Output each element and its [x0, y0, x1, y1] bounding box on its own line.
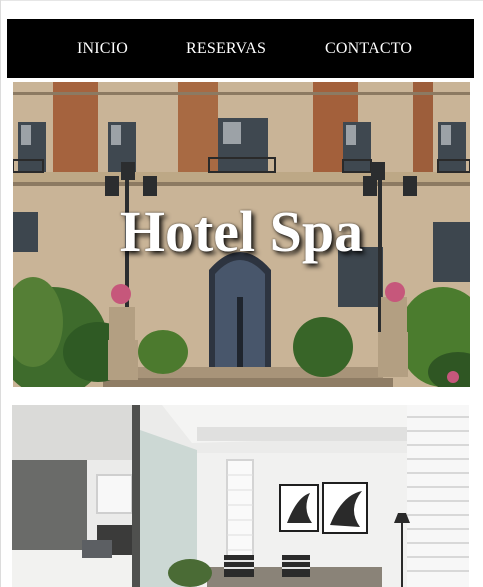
nav-link-inicio[interactable]: INICIO	[77, 40, 128, 58]
left-border	[0, 0, 1, 587]
top-border	[0, 0, 483, 1]
room-photo	[12, 405, 469, 587]
nav-link-reservas[interactable]: RESERVAS	[186, 40, 266, 58]
hero-banner: Hotel Spa	[13, 82, 470, 387]
nav-link-contacto[interactable]: CONTACTO	[325, 40, 412, 58]
hero-title: Hotel Spa	[119, 199, 364, 264]
hotel-room-photo	[12, 405, 469, 587]
main-nav: INICIO RESERVAS CONTACTO	[7, 19, 474, 78]
